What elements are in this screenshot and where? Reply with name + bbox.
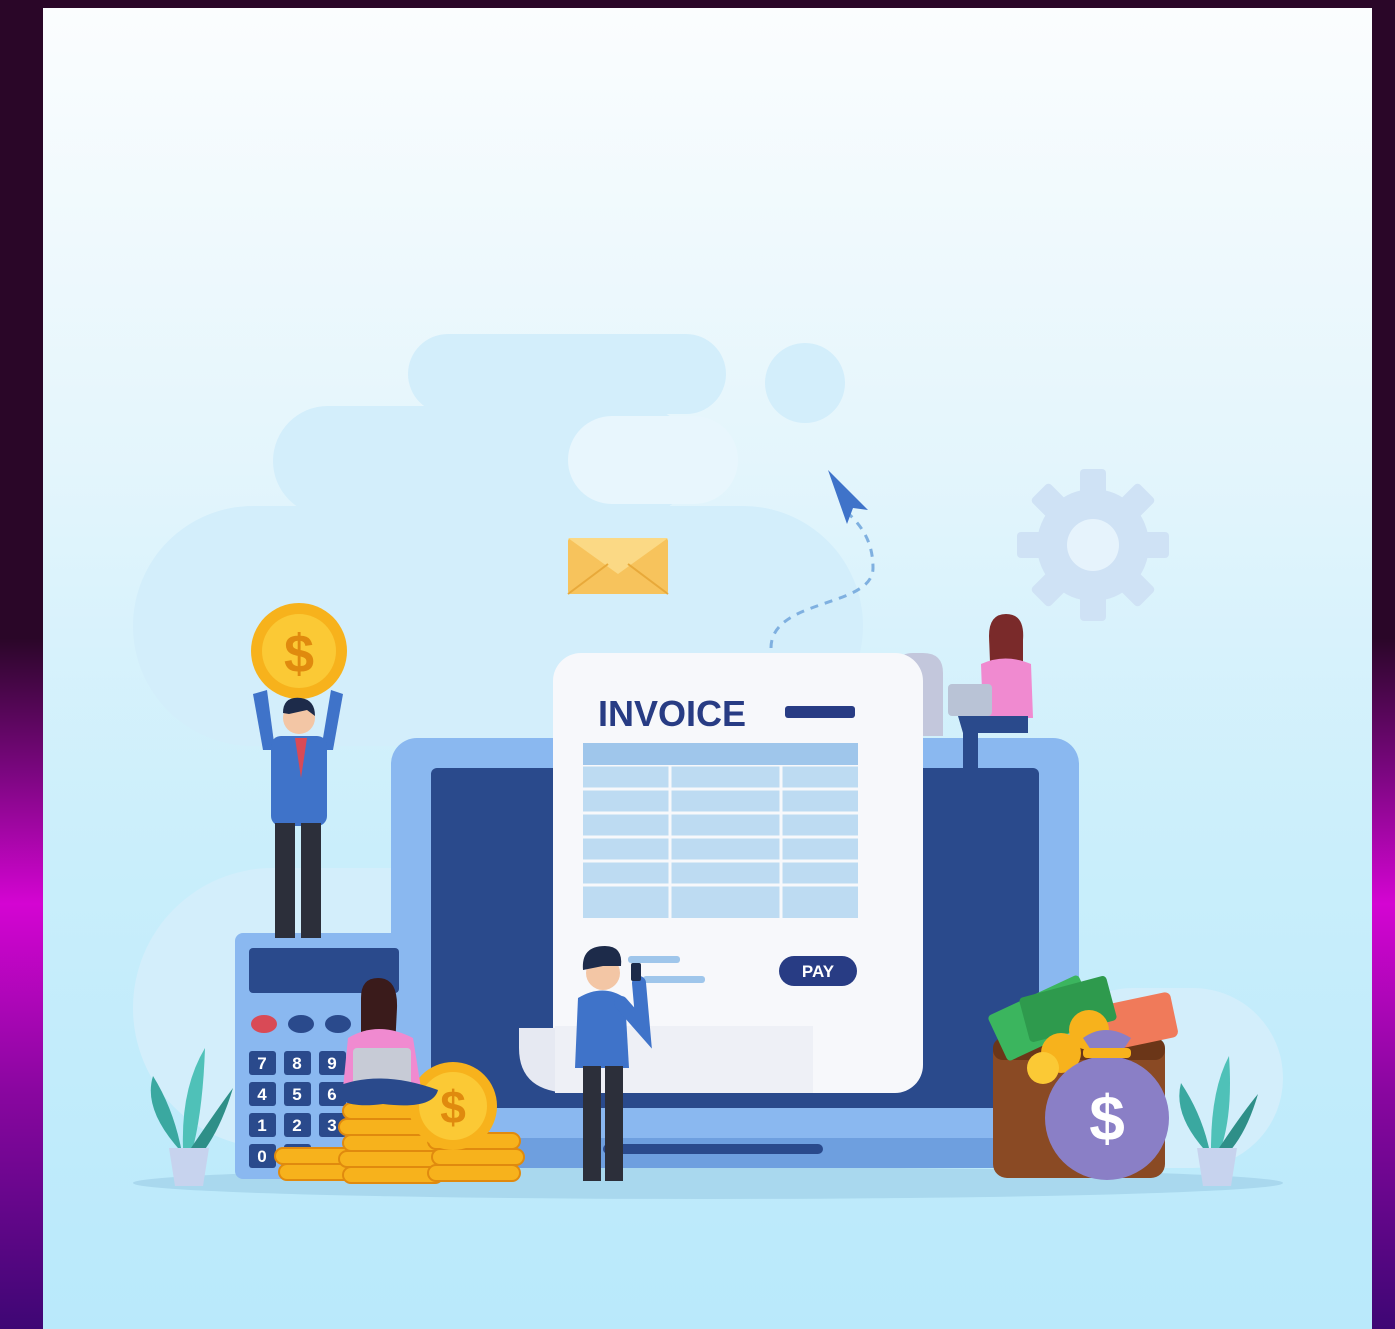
calc-key: 5 [292, 1085, 301, 1104]
calc-key: 7 [257, 1054, 266, 1073]
calc-key: 8 [292, 1054, 301, 1073]
svg-text:$: $ [284, 624, 314, 684]
calc-key: 9 [327, 1054, 336, 1073]
calc-key: 1 [257, 1116, 266, 1135]
calc-key: 2 [292, 1116, 301, 1135]
dollar-coin-icon: $ [251, 603, 347, 699]
pay-button[interactable]: PAY [779, 956, 857, 986]
calc-key: 0 [257, 1147, 266, 1166]
invoice-table [583, 743, 858, 918]
dollar-coin-icon: $ [409, 1062, 497, 1150]
calc-key: 4 [257, 1085, 267, 1104]
cloud-cutout [568, 416, 738, 504]
invoice-payment-illustration: INVOICE PAY 7 8 9 4 5 6 1 2 3 0 $ $ $ [133, 334, 1283, 1199]
calc-key: 3 [327, 1116, 336, 1135]
invoice-title: INVOICE [598, 693, 746, 734]
pay-button-label: PAY [802, 962, 835, 981]
illustration-card: INVOICE PAY 7 8 9 4 5 6 1 2 3 0 $ $ $ [43, 8, 1372, 1329]
gear-icon [1017, 469, 1169, 621]
svg-text:$: $ [1089, 1082, 1125, 1154]
svg-text:$: $ [440, 1081, 466, 1133]
invoice-title-bar [785, 706, 855, 718]
envelope-icon [567, 538, 669, 595]
